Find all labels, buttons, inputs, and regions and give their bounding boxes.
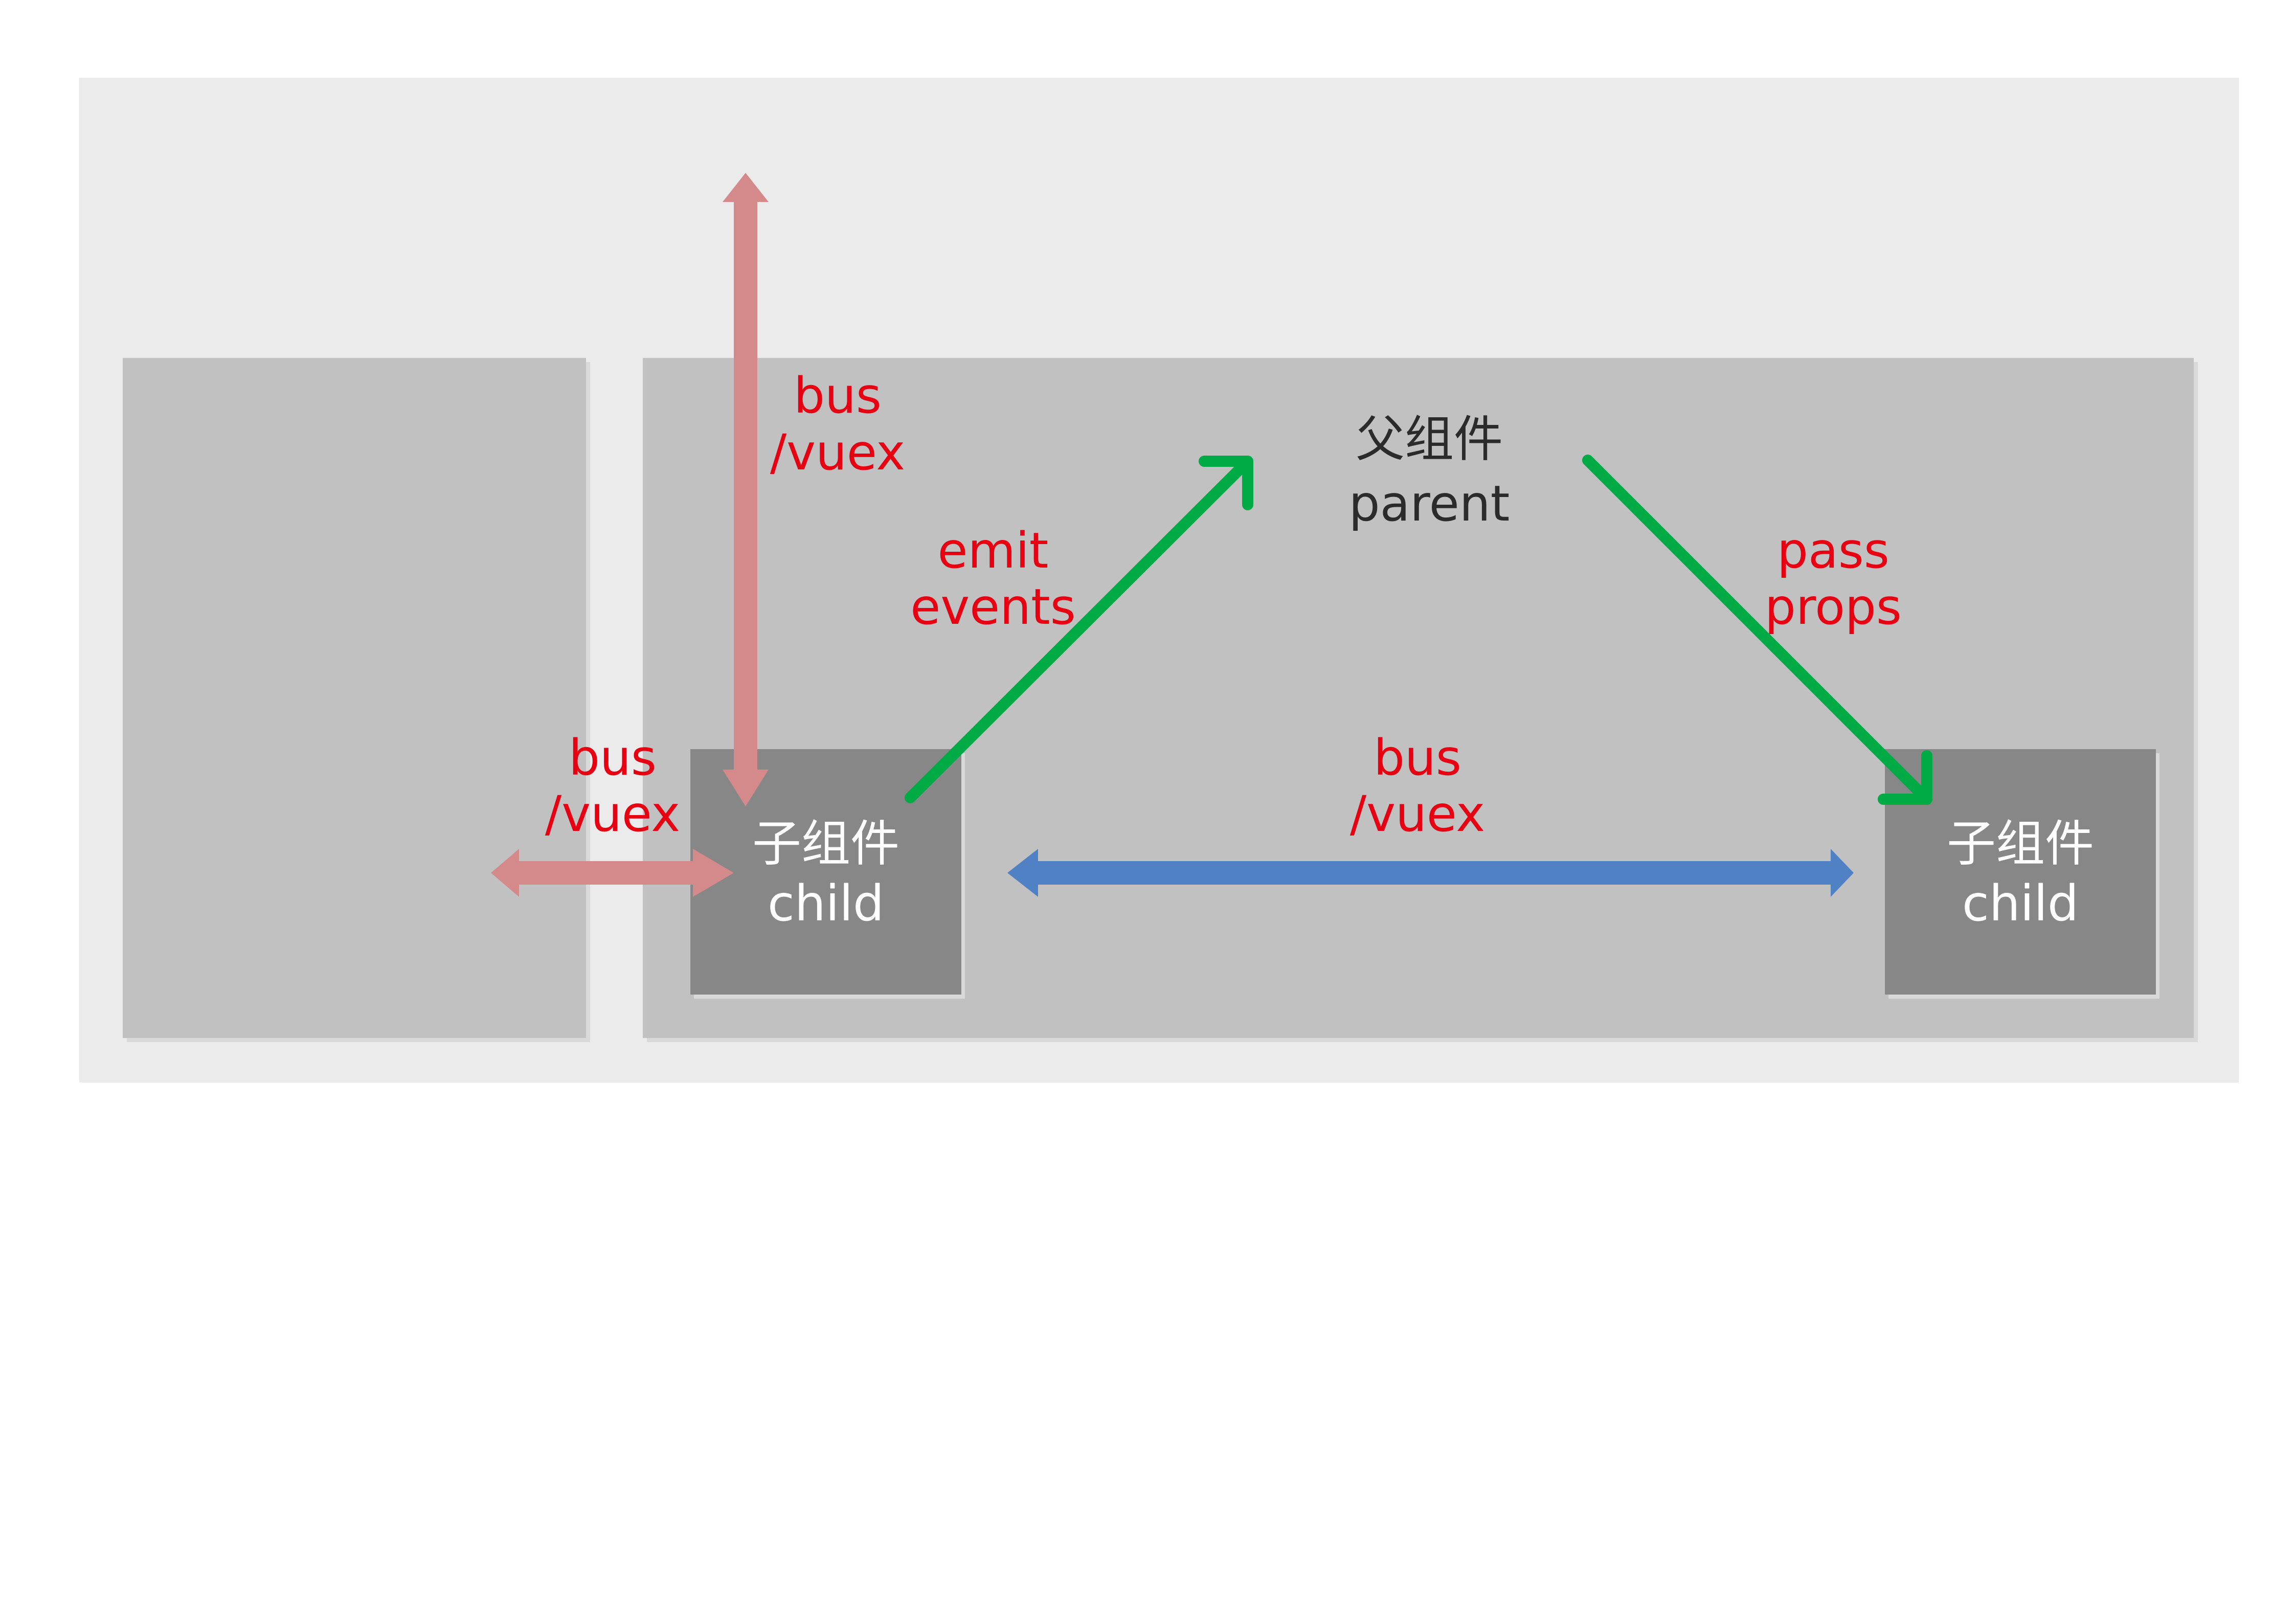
emit-events-label-line2: events — [910, 578, 1075, 636]
emit-events-label-line1: emit — [938, 522, 1049, 579]
component-communication-diagram: bus /vuex emit events pass props bus /vu… — [79, 78, 2239, 1083]
bus-vertical-label-line2: /vuex — [770, 424, 905, 481]
bus-between-children-label-line2: /vuex — [1350, 785, 1485, 843]
bus-between-children-label-line1: bus — [1374, 729, 1461, 786]
bus-vertical-label-line1: bus — [794, 367, 882, 424]
child-left-label-en: child — [768, 875, 884, 932]
child-right-label-en: child — [1962, 875, 2079, 932]
pass-props-label-line1: pass — [1777, 522, 1889, 579]
bus-horizontal-left-label-line1: bus — [569, 729, 657, 786]
bus-horizontal-left-label-line2: /vuex — [545, 785, 680, 843]
child-left-label-zh: 子组件 — [752, 815, 899, 872]
parent-label-zh: 父组件 — [1356, 411, 1503, 468]
child-right-label-zh: 子组件 — [1947, 815, 2094, 872]
parent-label-en: parent — [1349, 475, 1510, 532]
pass-props-label-line2: props — [1765, 578, 1902, 636]
left-group-panel — [123, 358, 586, 1038]
